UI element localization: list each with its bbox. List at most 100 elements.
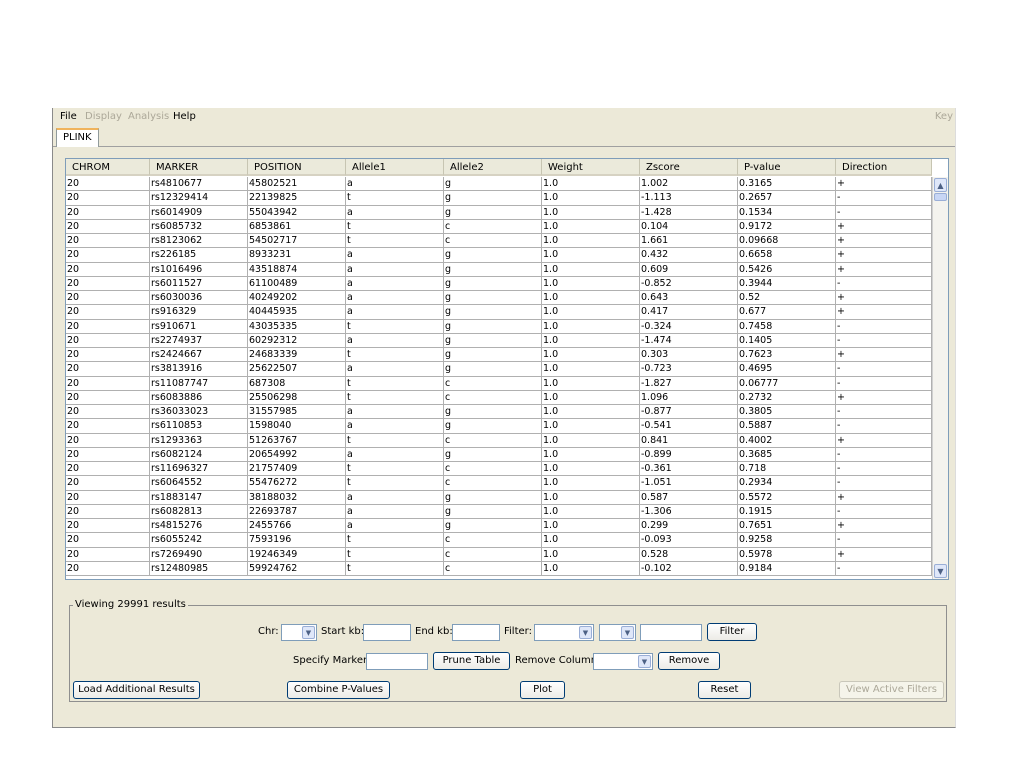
column-header[interactable]: Direction [836, 159, 932, 176]
table-row[interactable]: 20 rs1016496 43518874 a g 1.0 0.609 0.5426 + [66, 262, 932, 277]
table-row[interactable]: 20 rs6083886 25506298 t c 1.0 1.096 0.2732 + [66, 390, 932, 405]
prune-table-button[interactable]: Prune Table [433, 652, 510, 670]
view-active-filters-button[interactable]: View Active Filters [839, 681, 944, 699]
table-row[interactable]: 20 rs8123062 54502717 t c 1.0 1.661 0.09668 + [66, 234, 932, 249]
table-row[interactable]: 20 rs916329 40445935 a g 1.0 0.417 0.677 + [66, 305, 932, 320]
combine-p-values-button[interactable]: Combine P-Values [287, 681, 390, 699]
column-header[interactable]: P-value [738, 159, 836, 176]
table-cell: g [444, 191, 542, 206]
table-cell: 55476272 [248, 476, 346, 491]
chr-select[interactable]: ▼ [281, 624, 317, 641]
column-header[interactable]: CHROM [66, 159, 150, 176]
table-cell: c [444, 433, 542, 448]
filter-value-input[interactable] [640, 624, 702, 641]
table-row[interactable]: 20 rs6085732 6853861 t c 1.0 0.104 0.9172 + [66, 219, 932, 234]
table-cell: 20 [66, 476, 150, 491]
chevron-down-icon[interactable]: ▼ [302, 626, 315, 639]
menu-analysis[interactable]: Analysis [128, 111, 169, 122]
filter-operator-select[interactable]: ▼ [599, 624, 636, 641]
table-row[interactable]: 20 rs3813916 25622507 a g 1.0 -0.723 0.4695- [66, 362, 932, 377]
menu-display[interactable]: Display [85, 111, 122, 122]
table-row[interactable]: 20 rs2424667 24683339 t g 1.0 0.303 0.7623 + [66, 348, 932, 363]
table-cell: 20 [66, 362, 150, 377]
table-cell: 0.9184 [738, 561, 836, 576]
table-cell: 20 [66, 504, 150, 519]
table-row[interactable]: 20 rs4810677 45802521 a g 1.0 1.002 0.3165 + [66, 177, 932, 192]
table-cell: g [444, 447, 542, 462]
table-cell: - [836, 205, 932, 220]
column-header[interactable]: Zscore [640, 159, 738, 176]
table-cell: 20 [66, 333, 150, 348]
column-header[interactable]: Weight [542, 159, 640, 176]
table-row[interactable]: 20 rs6011527 61100489 a g 1.0 -0.852 0.3944- [66, 276, 932, 291]
chevron-down-icon[interactable]: ▼ [621, 626, 634, 639]
filter-button[interactable]: Filter [707, 623, 757, 641]
table-row[interactable]: 20 rs6082124 20654992 a g 1.0 -0.899 0.3685- [66, 447, 932, 462]
table-row[interactable]: 20 rs1883147 38188032 a g 1.0 0.587 0.5572 + [66, 490, 932, 505]
scroll-thumb[interactable] [934, 193, 947, 201]
table-row[interactable]: 20 rs4815276 2455766 a g 1.0 0.299 0.7651 + [66, 519, 932, 534]
remove-column-button[interactable]: Remove [658, 652, 720, 670]
menu-help[interactable]: Help [173, 111, 196, 122]
column-header[interactable]: MARKER [150, 159, 248, 176]
table-row[interactable]: 20 rs6014909 55043942 a g 1.0 -1.428 0.1534- [66, 205, 932, 220]
table-cell: -0.102 [640, 561, 738, 576]
table-cell: 0.1915 [738, 504, 836, 519]
table-row[interactable]: 20 rs910671 43035335 t g 1.0 -0.324 0.7458- [66, 319, 932, 334]
chevron-down-icon[interactable]: ▼ [638, 655, 651, 668]
remove-column-select[interactable]: ▼ [593, 653, 653, 670]
table-row[interactable]: 20 rs6082813 22693787 a g 1.0 -1.306 0.1915- [66, 504, 932, 519]
table-cell: 0.587 [640, 490, 738, 505]
start-kb-input[interactable] [363, 624, 411, 641]
chevron-down-icon[interactable]: ▼ [579, 626, 592, 639]
table-row[interactable]: 20 rs6110853 1598040 a g 1.0 -0.541 0.5887- [66, 419, 932, 434]
table-cell: + [836, 177, 932, 192]
table-cell: 0.9258 [738, 533, 836, 548]
scroll-up-arrow-icon[interactable]: ▲ [934, 178, 947, 192]
load-additional-results-button[interactable]: Load Additional Results [73, 681, 200, 699]
table-cell: -0.324 [640, 319, 738, 334]
column-header[interactable]: Allele2 [444, 159, 542, 176]
table-cell: 0.643 [640, 291, 738, 306]
table-row[interactable]: 20 rs12329414 22139825 t g 1.0 -1.113 0.2657- [66, 191, 932, 206]
table-row[interactable]: 20 rs12480985 59924762 t c 1.0 -0.102 0.9184- [66, 561, 932, 576]
table-cell: c [444, 390, 542, 405]
scroll-down-arrow-icon[interactable]: ▼ [934, 564, 947, 578]
table-row[interactable]: 20 rs11696327 21757409 t c 1.0 -0.361 0.718- [66, 462, 932, 477]
table-row[interactable]: 20 rs1293363 51263767 t c 1.0 0.841 0.4002 + [66, 433, 932, 448]
table-row[interactable]: 20 rs6030036 40249202 a g 1.0 0.643 0.52 + [66, 291, 932, 306]
table-cell: + [836, 291, 932, 306]
plot-button[interactable]: Plot [520, 681, 565, 699]
table-row[interactable]: 20 rs36033023 31557985 a g 1.0 -0.877 0.3805- [66, 405, 932, 420]
table-row[interactable]: 20 rs7269490 19246349 t c 1.0 0.528 0.5978 + [66, 547, 932, 562]
table-row[interactable]: 20 rs11087747 687308 t c 1.0 -1.827 0.06777- [66, 376, 932, 391]
table-row[interactable]: 20 rs6055242 7593196 t c 1.0 -0.093 0.9258- [66, 533, 932, 548]
vertical-scrollbar[interactable]: ▲ ▼ [932, 177, 948, 579]
reset-button[interactable]: Reset [698, 681, 751, 699]
table-cell: rs6110853 [150, 419, 248, 434]
table-row[interactable]: 20 rs2274937 60292312 a g 1.0 -1.474 0.1405- [66, 333, 932, 348]
table-cell: t [346, 533, 444, 548]
table-cell: g [444, 205, 542, 220]
table-row[interactable]: 20 rs6064552 55476272 t c 1.0 -1.051 0.2934- [66, 476, 932, 491]
table-cell: 20 [66, 447, 150, 462]
table-row[interactable]: 20 rs226185 8933231 a g 1.0 0.432 0.6658 + [66, 248, 932, 263]
table-cell: 22139825 [248, 191, 346, 206]
table-body[interactable]: 20 rs4810677 45802521 a g 1.0 1.002 0.3165 +20 rs… [66, 177, 932, 579]
specify-marker-input[interactable] [366, 653, 428, 670]
end-kb-input[interactable] [452, 624, 500, 641]
filter-column-select[interactable]: ▼ [534, 624, 594, 641]
table-cell: a [346, 419, 444, 434]
column-header[interactable]: Allele1 [346, 159, 444, 176]
table-cell: 54502717 [248, 234, 346, 249]
menu-key[interactable]: Key [935, 111, 953, 122]
chr-label: Chr: [258, 626, 279, 637]
table-cell: 20 [66, 262, 150, 277]
table-cell: 21757409 [248, 462, 346, 477]
column-header[interactable]: POSITION [248, 159, 346, 176]
table-cell: 0.52 [738, 291, 836, 306]
tab-plink[interactable]: PLINK [56, 128, 99, 147]
menu-file[interactable]: File [60, 111, 77, 122]
table-cell: t [346, 462, 444, 477]
table-cell: 0.528 [640, 547, 738, 562]
